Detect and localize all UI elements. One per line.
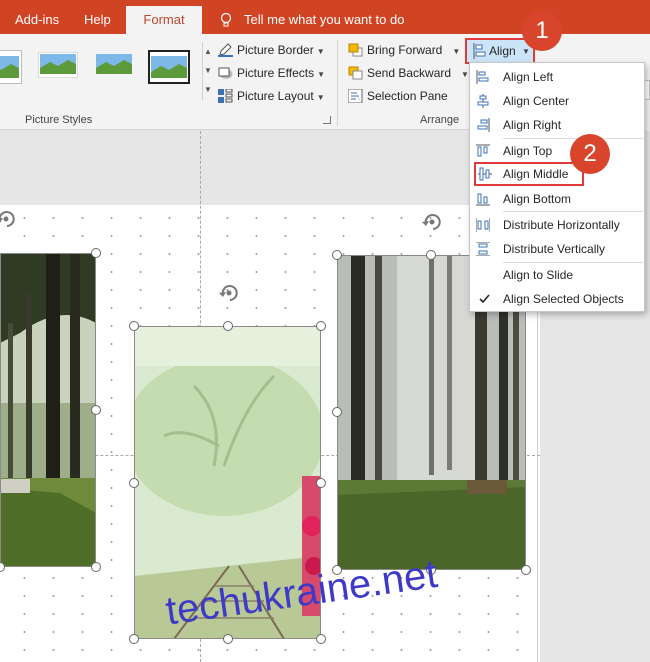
distribute-vertical-icon xyxy=(476,242,490,256)
resize-handle[interactable] xyxy=(91,562,101,572)
resize-handle[interactable] xyxy=(316,478,326,488)
align-bottom-icon xyxy=(476,193,490,206)
group-label-arrange: Arrange xyxy=(420,114,460,126)
dialog-launcher-icon[interactable] xyxy=(323,116,331,124)
rotate-handle-icon[interactable] xyxy=(420,210,444,234)
bring-forward-button[interactable]: Bring Forward ▼ xyxy=(348,40,460,60)
group-divider xyxy=(337,40,338,126)
selection-pane-icon xyxy=(347,88,363,104)
align-middle-icon xyxy=(478,167,492,181)
resize-handle[interactable] xyxy=(129,478,139,488)
menu-item-distribute-vertically[interactable]: Distribute Vertically xyxy=(470,237,644,261)
align-top-icon xyxy=(476,144,490,157)
align-dropdown-menu: Align Left Align Center Align Right Alig… xyxy=(469,62,645,312)
menu-item-align-right[interactable]: Align Right xyxy=(470,113,644,137)
resize-handle[interactable] xyxy=(332,407,342,417)
rotate-handle-icon[interactable] xyxy=(0,207,18,231)
resize-handle[interactable] xyxy=(316,321,326,331)
align-center-icon xyxy=(477,94,489,108)
picture-layout-button[interactable]: Picture Layout ▼ xyxy=(218,86,325,106)
tab-help[interactable]: Help xyxy=(84,0,111,34)
distribute-horizontal-icon xyxy=(476,218,490,232)
callout-badge-2: 2 xyxy=(570,134,610,174)
resize-handle[interactable] xyxy=(332,250,342,260)
bring-forward-icon xyxy=(348,43,363,57)
tab-add-ins[interactable]: Add-ins xyxy=(15,0,59,34)
resize-handle[interactable] xyxy=(91,248,101,258)
rotate-handle-icon[interactable] xyxy=(217,281,241,305)
scroll-down-icon[interactable]: ▼ xyxy=(203,61,213,80)
callout-badge-1: 1 xyxy=(522,11,562,51)
menu-item-distribute-horizontally[interactable]: Distribute Horizontally xyxy=(470,213,644,237)
align-icon xyxy=(473,43,486,59)
menu-item-align-center[interactable]: Align Center xyxy=(470,89,644,113)
resize-handle[interactable] xyxy=(91,405,101,415)
picture-border-button[interactable]: Picture Border ▼ xyxy=(218,40,325,60)
more-icon[interactable]: ▼ xyxy=(203,80,213,99)
gallery-scroll[interactable]: ▲ ▼ ▼ xyxy=(202,42,213,100)
resize-handle[interactable] xyxy=(223,634,233,644)
picture-style-thumb[interactable] xyxy=(0,50,22,84)
picture-style-thumb[interactable] xyxy=(92,50,134,84)
picture-style-thumb[interactable] xyxy=(36,50,78,84)
menu-item-align-middle[interactable]: Align Middle xyxy=(474,162,584,186)
send-backward-button[interactable]: Send Backward ▼ xyxy=(348,63,469,83)
menu-item-align-to-slide[interactable]: Align to Slide xyxy=(470,263,644,287)
layout-icon xyxy=(218,88,233,103)
resize-handle[interactable] xyxy=(129,634,139,644)
picture-selection-frame xyxy=(0,253,96,567)
menu-item-align-top[interactable]: Align Top xyxy=(470,139,644,163)
align-left-icon xyxy=(476,70,489,84)
picture-effects-button[interactable]: Picture Effects ▼ xyxy=(218,63,325,83)
menu-item-align-bottom[interactable]: Align Bottom xyxy=(470,187,644,211)
effects-icon xyxy=(218,66,233,80)
resize-handle[interactable] xyxy=(316,634,326,644)
menu-item-align-selected-objects[interactable]: Align Selected Objects xyxy=(470,287,644,311)
tab-format[interactable]: Format xyxy=(126,6,202,34)
scroll-up-icon[interactable]: ▲ xyxy=(203,42,213,61)
resize-handle[interactable] xyxy=(129,321,139,331)
resize-handle[interactable] xyxy=(426,250,436,260)
resize-handle[interactable] xyxy=(223,321,233,331)
selection-pane-button[interactable]: Selection Pane xyxy=(347,86,448,106)
pencil-icon xyxy=(218,43,233,57)
resize-handle[interactable] xyxy=(521,565,531,575)
tell-me-search[interactable]: Tell me what you want to do xyxy=(244,0,404,34)
menu-separator xyxy=(503,211,643,212)
align-right-icon xyxy=(477,118,490,132)
checkmark-icon xyxy=(479,294,490,304)
picture-style-thumb-selected[interactable] xyxy=(148,50,190,84)
group-label-picture-styles: Picture Styles xyxy=(25,114,93,126)
send-backward-icon xyxy=(348,66,363,80)
lightbulb-icon xyxy=(220,13,232,27)
menu-item-align-left[interactable]: Align Left xyxy=(470,65,644,89)
